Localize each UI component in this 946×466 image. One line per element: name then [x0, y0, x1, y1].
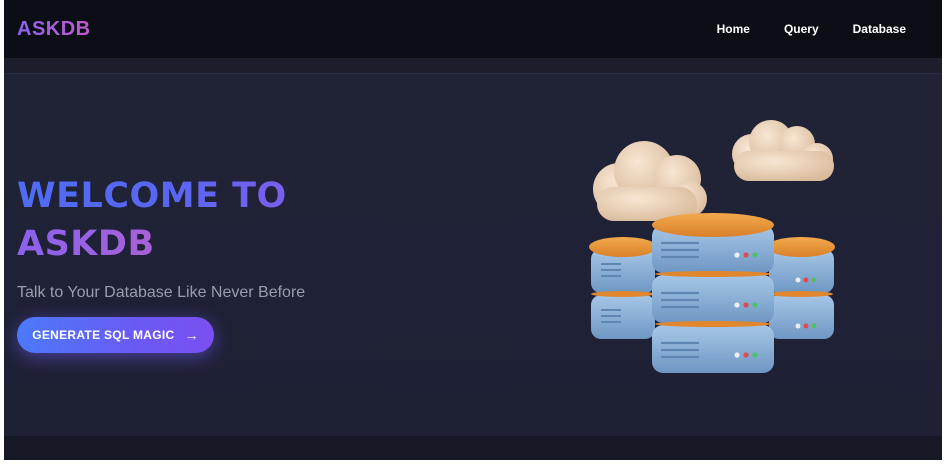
server-stack-left: [589, 237, 657, 339]
nav-divider-strip: [4, 58, 942, 74]
hero-subtitle: Talk to Your Database Like Never Before: [17, 284, 306, 301]
server-stack-right: [767, 237, 835, 339]
hero-title-line2: ASKDB: [17, 220, 287, 268]
cloud-right-icon: [732, 120, 834, 181]
app-frame: ASKDB Home Query Database WELCOME TO ASK…: [4, 0, 942, 460]
nav-links: Home Query Database: [683, 22, 906, 36]
nav-link-query[interactable]: Query: [784, 22, 819, 36]
database-illustration: [589, 120, 835, 373]
brand-logo[interactable]: ASKDB: [17, 18, 91, 41]
generate-sql-button[interactable]: GENERATE SQL MAGIC →: [17, 317, 214, 353]
nav-link-database[interactable]: Database: [853, 22, 906, 36]
navbar: ASKDB Home Query Database: [4, 0, 942, 58]
nav-link-home[interactable]: Home: [717, 22, 750, 36]
footer-bar: [4, 436, 942, 460]
generate-sql-button-label: GENERATE SQL MAGIC: [32, 328, 175, 342]
arrow-right-icon: →: [184, 327, 199, 343]
hero-title: WELCOME TO ASKDB: [17, 172, 287, 268]
hero-section: WELCOME TO ASKDB Talk to Your Database L…: [4, 74, 942, 436]
server-stack-center: [652, 213, 774, 373]
cloud-left-icon: [593, 141, 707, 221]
hero-title-line1: WELCOME TO: [17, 172, 287, 220]
